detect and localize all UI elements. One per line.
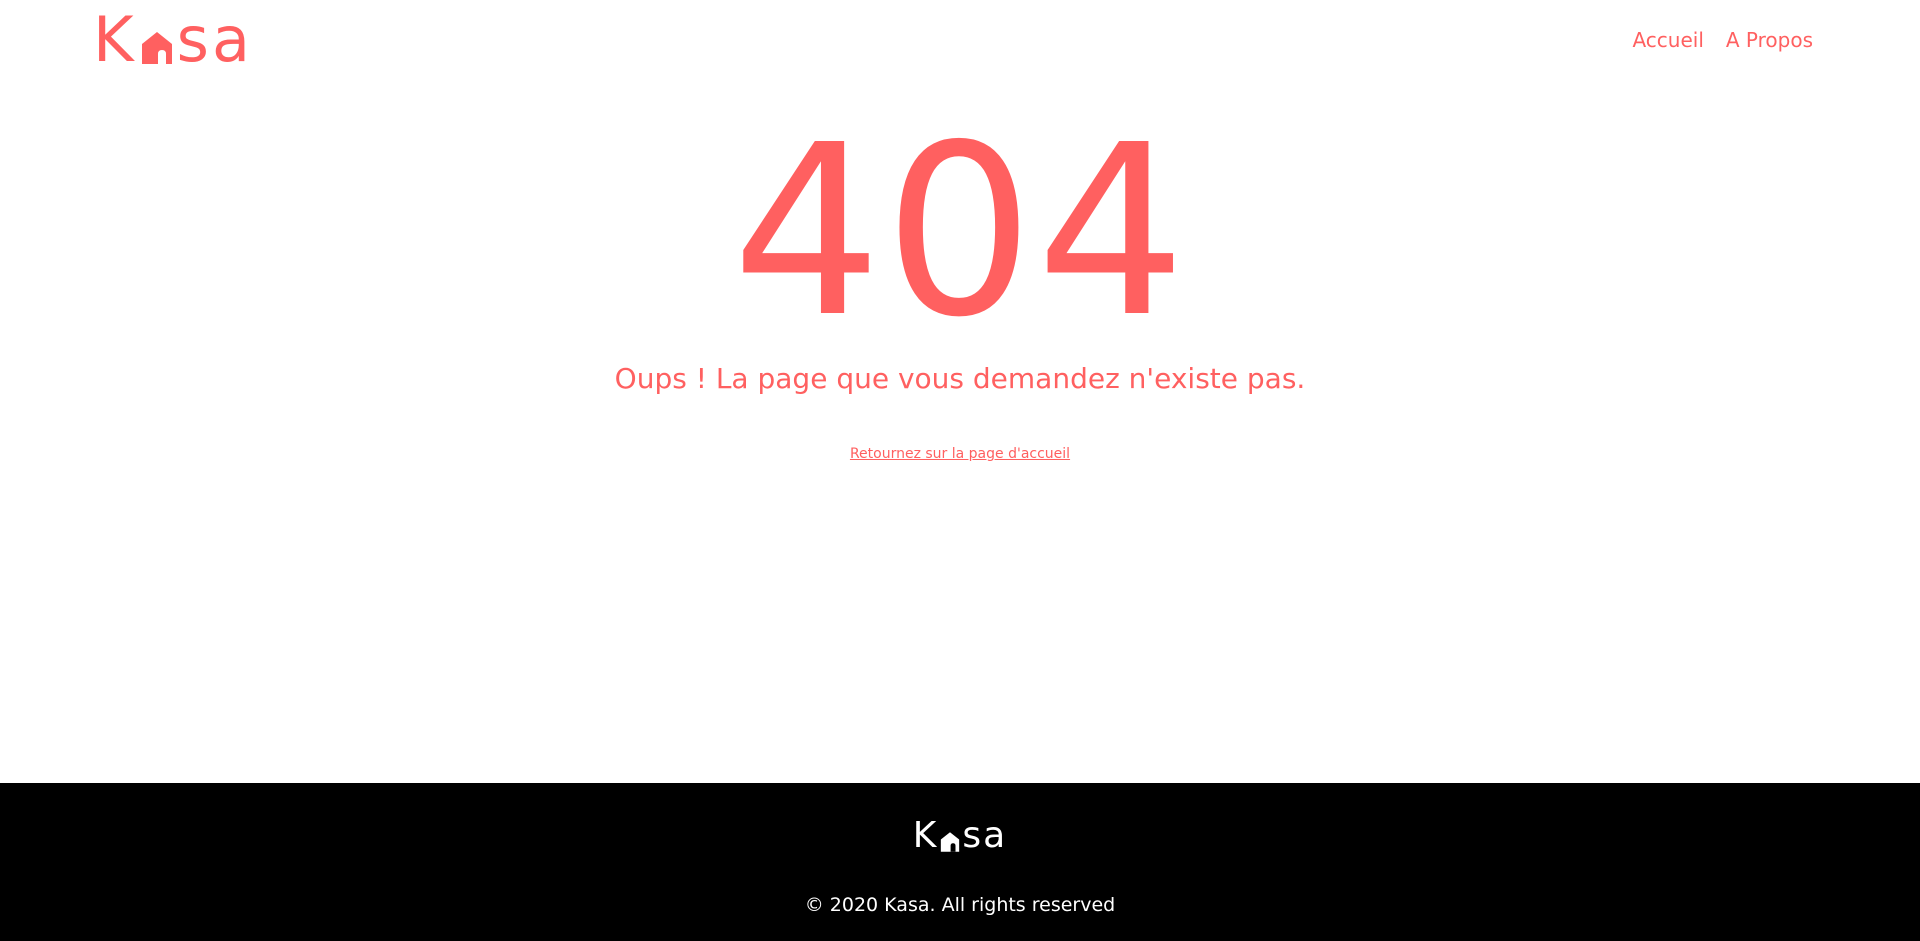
logo-letters-sa: sa	[176, 3, 253, 76]
page: K sa Accueil A Propos 404 Oups ! La page…	[0, 0, 1920, 941]
error-section: 404 Oups ! La page que vous demandez n'e…	[0, 80, 1920, 783]
nav-link-a-propos[interactable]: A Propos	[1726, 28, 1813, 52]
main-nav: Accueil A Propos	[1632, 28, 1813, 52]
copyright-text: © 2020 Kasa. All rights reserved	[804, 894, 1116, 916]
footer-house-icon	[938, 821, 962, 855]
error-message: Oups ! La page que vous demandez n'exist…	[614, 362, 1306, 395]
footer-logo: K sa	[0, 817, 1920, 855]
footer-logo-letters-sa: sa	[962, 815, 1008, 856]
nav-link-accueil[interactable]: Accueil	[1632, 28, 1703, 52]
error-code: 404	[731, 94, 1189, 369]
kasa-logo[interactable]: K sa	[93, 3, 253, 76]
footer: K sa © 2020 Kasa. All rights reserved	[0, 783, 1920, 941]
logo-letter-k: K	[93, 3, 137, 76]
back-link-container: Retournez sur la page d'accueil	[0, 443, 1920, 463]
footer-logo-letter-k: K	[912, 815, 939, 856]
back-home-link[interactable]: Retournez sur la page d'accueil	[850, 446, 1070, 462]
house-icon	[137, 12, 177, 68]
header: K sa Accueil A Propos	[0, 0, 1920, 80]
